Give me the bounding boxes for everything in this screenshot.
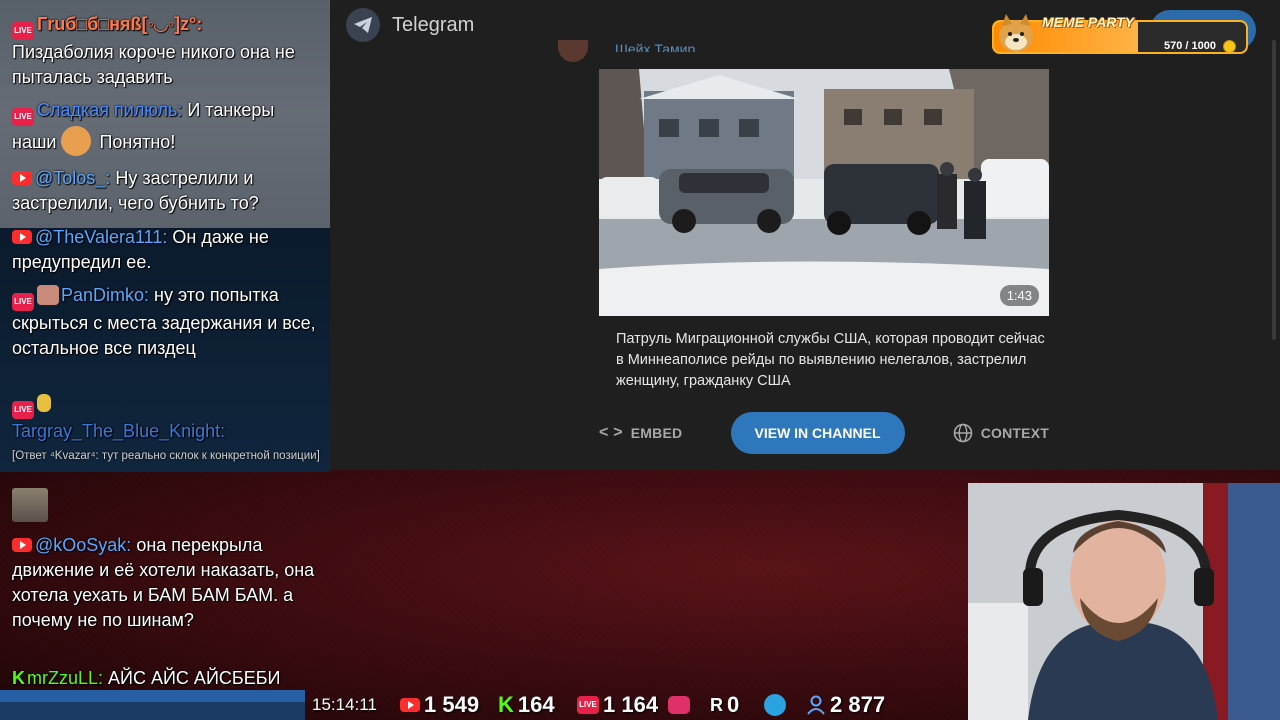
chat-nick: Targray_The_Blue_Knight: — [12, 421, 226, 441]
kick-icon: K — [498, 692, 514, 717]
youtube-icon — [12, 538, 32, 552]
vk-video — [668, 690, 690, 720]
telegram-embed-window: Telegram Шейх Тамир 1:43 Патруль Миграци… — [330, 0, 1280, 470]
coin-icon — [1223, 40, 1236, 52]
clock: 15:14:11 — [312, 695, 377, 714]
kick-viewers: K 164 — [498, 690, 555, 720]
viewers-count: 2 877 — [830, 692, 886, 717]
chat-message: LIVE Targray_The_Blue_Knight: — [12, 391, 322, 444]
webcam-feed — [968, 483, 1280, 720]
total-viewers: 2 877 — [806, 690, 885, 720]
live-viewers: LIVE 1 164 — [577, 690, 658, 720]
user-avatar — [37, 285, 59, 305]
kick-icon: K — [12, 668, 25, 688]
meme-party-title: MEME PARTY — [1042, 14, 1135, 30]
live-platform-icon: LIVE — [577, 696, 599, 714]
rutube-icon: R — [710, 694, 723, 715]
context-button[interactable]: CONTEXT — [953, 423, 1049, 443]
view-in-channel-button[interactable]: VIEW IN CHANNEL — [730, 412, 905, 454]
telegram-logo-icon — [346, 8, 380, 42]
globe-icon — [953, 423, 973, 443]
live-count: 1 164 — [603, 692, 659, 717]
chat-nick: Сладкая пилюль: — [37, 100, 183, 120]
stream-stats-bar: 15:14:11 1 549 K 164 LIVE 1 164 R 0 2 87… — [0, 690, 910, 720]
chat-message: LIVE Сладкая пилюль: И танкеры наши Понят… — [12, 98, 322, 156]
youtube-count: 1 549 — [424, 692, 480, 717]
play-icon — [668, 696, 690, 714]
reply-quote: [Ответ ⁴Kvazar⁴: тут реально склок к кон… — [12, 450, 320, 462]
rutube-count: 0 — [727, 692, 740, 717]
youtube-viewers: 1 549 — [400, 690, 479, 720]
post-text: Патруль Миграционной службы США, которая… — [616, 331, 1045, 389]
scrollbar[interactable] — [1272, 40, 1276, 340]
youtube-icon — [400, 698, 420, 712]
trump-emote-icon — [61, 126, 92, 156]
chat-message: @kOoSyak: она перекрыла движение и её хо… — [12, 533, 322, 633]
user-icon — [807, 695, 825, 715]
sticker-image — [12, 488, 48, 522]
post-actions: < > EMBED VIEW IN CHANNEL CONTEXT — [599, 412, 1049, 454]
streamer-image — [968, 483, 1280, 720]
live-platform-icon: LIVE — [12, 108, 34, 126]
video-duration: 1:43 — [999, 285, 1039, 306]
stats-band — [0, 690, 305, 720]
channel-avatar[interactable] — [558, 40, 588, 62]
code-icon: < > — [599, 424, 623, 441]
chat-nick: Гruб□б□няß[◦◡◦]z°: — [37, 14, 203, 34]
chat-message: @Tolos_: Ну застрелили и застрелили, чег… — [12, 166, 322, 216]
post-video[interactable]: 1:43 — [599, 69, 1049, 316]
chat-message: LIVE PanDimko: ну это попытка скрыться с … — [12, 283, 322, 361]
chat-text: Пиздаболия короче никого она не пыталась… — [12, 42, 295, 87]
chat-message: KmrZzuLL: АЙС АЙС АЙСБЕБИ — [12, 666, 322, 691]
meme-party-widget: 570 / 1000 MEME PARTY — [992, 12, 1248, 54]
cheese-badge-icon — [37, 394, 51, 412]
live-platform-icon: LIVE — [12, 401, 34, 419]
chat-text: АЙС АЙС АЙСБЕБИ — [108, 668, 281, 688]
live-platform-icon: LIVE — [12, 293, 34, 311]
telegram-icon — [764, 694, 786, 716]
youtube-icon — [12, 230, 32, 244]
doge-icon — [999, 14, 1033, 52]
video-thumbnail — [599, 69, 1049, 316]
app-title: Telegram — [392, 13, 475, 36]
meme-party-count: 570 / 1000 — [1164, 40, 1216, 52]
live-platform-icon: LIVE — [12, 22, 34, 40]
chat-message: @TheValera111: Он даже не предупредил ее… — [12, 225, 322, 275]
chat-nick: @TheValera111: — [35, 227, 168, 247]
telegram-stat — [764, 690, 786, 720]
chat-nick: PanDimko: — [61, 285, 150, 305]
chat-overlay: LIVE Гruб□б□няß[◦◡◦]z°: Пиздаболия короче… — [0, 0, 330, 720]
embed-button[interactable]: < > EMBED — [599, 424, 682, 442]
chat-message: LIVE Гruб□б□няß[◦◡◦]z°: Пиздаболия короче… — [12, 12, 322, 90]
chat-nick: @Tolos_: — [35, 168, 111, 188]
post-author[interactable]: Шейх Тамир — [615, 38, 695, 52]
kick-count: 164 — [517, 692, 555, 717]
youtube-icon — [12, 171, 32, 185]
chat-nick: @kOoSyak: — [35, 535, 132, 555]
rutube-viewers: R 0 — [710, 690, 739, 720]
chat-text-after-emote: Понятно! — [99, 132, 176, 152]
chat-nick: mrZzuLL: — [27, 668, 104, 688]
context-label: CONTEXT — [980, 425, 1049, 441]
embed-label: EMBED — [630, 425, 683, 441]
